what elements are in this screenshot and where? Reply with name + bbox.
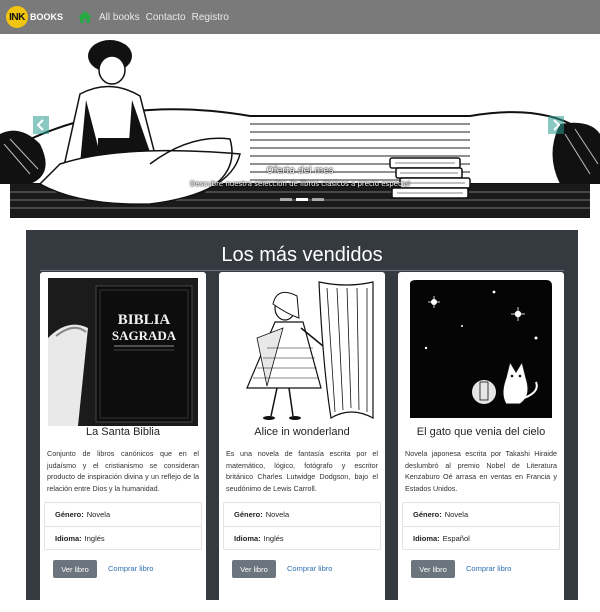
language-label: Idioma: <box>413 533 440 543</box>
brand-books-text: BOOKS <box>30 12 64 22</box>
book-cover-gato <box>406 278 556 426</box>
genre-value: Novela <box>86 510 111 519</box>
book-description: Conjunto de libros canónicos que en el j… <box>47 449 199 493</box>
nav-link-contacto[interactable]: Contacto <box>146 12 186 23</box>
book-genre-row: Género: Novela <box>224 503 380 526</box>
book-card-gato: El gato que venia del cielo Novela japon… <box>398 272 564 612</box>
chevron-right-icon <box>548 116 564 134</box>
carousel-caption-title: Oferta del mes <box>266 166 334 176</box>
hero-illustration <box>0 34 600 218</box>
carousel-prev-button[interactable] <box>32 114 50 136</box>
book-language-row: Idioma: Español <box>403 526 559 549</box>
hero-carousel: Oferta del mes Descubre nuestra selecció… <box>0 34 600 218</box>
book-meta-list: Género: Novela Idioma: Inglés <box>44 502 202 550</box>
genre-value: Novela <box>265 510 290 519</box>
buy-book-link[interactable]: Comprar libro <box>287 564 332 573</box>
book-title: El gato que venia del cielo <box>416 426 546 438</box>
book-description: Novela japonesa escrita por Takashi Hira… <box>405 449 557 493</box>
view-book-button[interactable]: Ver libro <box>53 560 97 578</box>
language-label: Idioma: <box>234 533 261 543</box>
genre-label: Género: <box>234 510 263 519</box>
book-title: Alice in wonderland <box>254 426 350 438</box>
buy-book-link[interactable]: Comprar libro <box>466 564 511 573</box>
carousel-indicator-2[interactable] <box>296 198 308 201</box>
genre-label: Género: <box>55 510 84 519</box>
book-card-alice: Alice in wonderland Es una novela de fan… <box>219 272 385 612</box>
language-value: Español <box>442 533 470 543</box>
language-value: Inglés <box>263 533 284 543</box>
language-label: Idioma: <box>55 533 82 543</box>
carousel-caption-subtitle: Descubre nuestra selección de libros clá… <box>190 180 410 188</box>
bestsellers-section: Los más vendidos BIBLIA SAGRADA La Santa… <box>26 230 578 612</box>
book-meta-list: Género: Novela Idioma: Español <box>402 502 560 550</box>
brand-logo[interactable]: INK BOOKS <box>6 6 63 28</box>
book-title: La Santa Biblia <box>86 426 160 438</box>
book-genre-row: Género: Novela <box>403 503 559 526</box>
biblia-cover-line2: SAGRADA <box>112 328 177 343</box>
book-description: Es una novela de fantasía escrita por el… <box>226 449 378 493</box>
view-book-button[interactable]: Ver libro <box>232 560 276 578</box>
book-meta-list: Género: Novela Idioma: Inglés <box>223 502 381 550</box>
book-language-row: Idioma: Inglés <box>45 526 201 549</box>
book-cover-alice <box>227 278 377 426</box>
book-card-biblia: BIBLIA SAGRADA La Santa Biblia Conjunto … <box>40 272 206 612</box>
brand-ink-text: INK <box>6 6 28 28</box>
book-genre-row: Género: Novela <box>45 503 201 526</box>
carousel-caption: Oferta del mes Descubre nuestra selecció… <box>0 166 600 188</box>
carousel-next-button[interactable] <box>547 114 565 136</box>
navbar: INK BOOKS All books Contacto Registro <box>0 0 600 34</box>
nav-link-all-books[interactable]: All books <box>99 12 140 23</box>
chevron-left-icon <box>33 116 49 134</box>
carousel-indicator-1[interactable] <box>280 198 292 201</box>
book-language-row: Idioma: Inglés <box>224 526 380 549</box>
buy-book-link[interactable]: Comprar libro <box>108 564 153 573</box>
home-icon[interactable] <box>77 10 93 24</box>
biblia-cover-line1: BIBLIA <box>118 312 171 328</box>
section-divider <box>40 270 564 271</box>
nav-link-registro[interactable]: Registro <box>192 12 229 23</box>
genre-label: Género: <box>413 510 442 519</box>
carousel-indicators <box>280 198 324 201</box>
section-title: Los más vendidos <box>221 244 383 266</box>
carousel-indicator-3[interactable] <box>312 198 324 201</box>
book-cover-biblia: BIBLIA SAGRADA <box>48 278 198 426</box>
language-value: Inglés <box>84 533 105 543</box>
genre-value: Novela <box>444 510 469 519</box>
view-book-button[interactable]: Ver libro <box>411 560 455 578</box>
